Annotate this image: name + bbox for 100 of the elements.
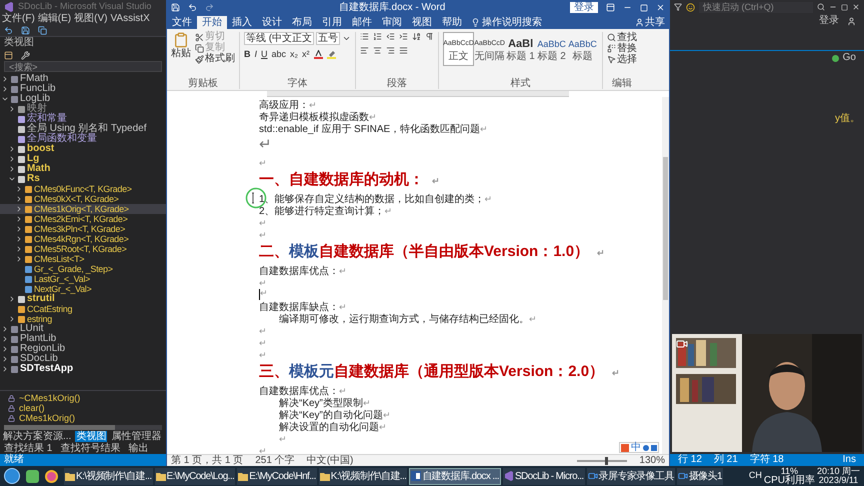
format-painter-button[interactable]: 格式刷 <box>195 54 235 64</box>
dropdown-icon[interactable] <box>342 34 352 43</box>
tree-item[interactable]: CMes3kPln<T, KGrade> <box>0 224 166 234</box>
panel-tab[interactable]: 类视图 <box>75 430 108 442</box>
editing-button[interactable]: 替换 <box>607 43 638 54</box>
member-item[interactable]: clear() <box>19 403 45 413</box>
zoom-thumb[interactable] <box>604 456 608 464</box>
taskbar-button[interactable]: E:\MyCode\Hnf... <box>237 468 317 484</box>
paste-label[interactable]: 粘贴 <box>171 48 191 59</box>
filter-icon[interactable] <box>674 3 682 11</box>
format-button[interactable]: B <box>244 49 250 59</box>
tree-item[interactable]: CMes2kEmi<T, KGrade> <box>0 214 166 224</box>
scrollbar[interactable] <box>4 425 162 430</box>
tree-item[interactable]: 全局函数和变量 <box>0 134 166 144</box>
ribbon-tab[interactable]: 邮件 <box>347 16 377 29</box>
tree-item[interactable]: Gr_<_Grade, _Step> <box>0 264 166 274</box>
tree-item[interactable]: FMath <box>0 74 166 84</box>
taskbar-button[interactable]: 自建数据库.docx ... <box>409 468 501 484</box>
feedback-icon[interactable] <box>686 2 695 12</box>
app-icon[interactable] <box>45 470 58 482</box>
output-tab[interactable]: 查找符号结果 <box>60 442 120 454</box>
tree-item[interactable]: CMes1kOrig<T, KGrade> <box>0 204 166 214</box>
numbering-icon[interactable] <box>373 32 382 41</box>
taskbar-button[interactable]: SDocLib - Micro... <box>502 468 585 484</box>
tree-item[interactable]: CMes4kRgn<T, KGrade> <box>0 234 166 244</box>
tree-item[interactable]: LUnit <box>0 324 166 334</box>
clock-time[interactable]: 20:10 周一 <box>816 467 860 476</box>
tree-item[interactable]: CMes5Root<T, KGrade> <box>0 244 166 254</box>
tree-item[interactable]: LastGr_<_Val> <box>0 274 166 284</box>
tree-item[interactable]: SDTestApp <box>0 364 166 374</box>
increase-indent-icon[interactable] <box>399 32 408 41</box>
align-right-icon[interactable] <box>386 46 396 55</box>
panel-tab[interactable]: 属性管理器 <box>110 430 162 442</box>
tree-item[interactable]: CCatEstring <box>0 304 166 314</box>
tree-item[interactable]: 全局 Using 别名和 Typedef <box>0 124 166 134</box>
style-tile[interactable]: AaBl 标题 1 <box>505 32 536 66</box>
login-link[interactable]: 登录 <box>819 15 839 27</box>
ribbon-tab[interactable]: 设计 <box>257 16 287 29</box>
menu-item[interactable]: VAssistX <box>110 13 150 25</box>
go-button[interactable]: Go <box>842 52 856 64</box>
taskbar-button[interactable]: K:\视频制作\自建... <box>64 468 153 484</box>
share-button[interactable]: 共享 <box>635 16 665 29</box>
tree-item[interactable]: RegionLib <box>0 344 166 354</box>
tree-item[interactable]: CMesList<T> <box>0 254 166 264</box>
ribbon-tab[interactable]: 视图 <box>407 16 437 29</box>
search-field[interactable]: <搜索> <box>4 61 162 72</box>
tree-item[interactable]: boost <box>0 144 166 154</box>
ribbon-tab[interactable]: 开始 <box>197 16 227 29</box>
scrollbar[interactable] <box>662 97 669 454</box>
tree-item[interactable]: NextGr_<_Val> <box>0 284 166 294</box>
tree-item[interactable]: estring <box>0 314 166 324</box>
clock-date[interactable]: 2023/9/11 <box>818 476 858 485</box>
restore-icon[interactable] <box>841 4 848 10</box>
font-name-field[interactable]: 等线 (中文正文 <box>244 32 314 45</box>
tree-item[interactable]: CMes0kX<T, KGrade> <box>0 194 166 204</box>
close-icon[interactable] <box>852 3 860 11</box>
align-center-icon[interactable] <box>373 46 382 55</box>
member-item[interactable]: ~CMes1kOrig() <box>19 393 80 403</box>
start-button[interactable] <box>4 468 20 484</box>
zoom-level[interactable]: 130% <box>639 455 665 466</box>
style-tile[interactable]: AaBbC 标题 2 <box>536 32 568 66</box>
tree-item[interactable]: LogLib <box>0 94 166 104</box>
align-left-icon[interactable] <box>360 46 370 55</box>
tree-item[interactable]: 宏和常量 <box>0 114 166 124</box>
account-icon[interactable] <box>847 16 856 26</box>
settings-icon[interactable] <box>21 50 30 60</box>
tree-item[interactable]: Rs <box>0 174 166 184</box>
format-button[interactable]: x₂ <box>290 49 298 59</box>
quick-launch-field[interactable]: 快速启动 (Ctrl+Q) <box>699 2 813 12</box>
back-icon[interactable] <box>4 26 13 35</box>
taskbar-button[interactable]: E:\MyCode\Log... <box>154 468 236 484</box>
taskbar-button[interactable]: 录屏专家录像工具 <box>586 468 675 484</box>
pilcrow-icon[interactable] <box>425 32 434 41</box>
tree-item[interactable]: Lg <box>0 154 166 164</box>
tree-item[interactable]: CMes0kFunc<T, KGrade> <box>0 184 166 194</box>
format-button[interactable]: x² <box>302 49 310 59</box>
font-color-icon[interactable] <box>314 50 323 58</box>
sort-icon[interactable] <box>412 32 422 41</box>
highlight-icon[interactable] <box>326 50 336 58</box>
style-tile[interactable]: AaBbC 标题 <box>567 32 598 66</box>
undo-icon[interactable] <box>188 3 197 12</box>
tree-item[interactable]: Math <box>0 164 166 174</box>
login-button[interactable]: 登录 <box>570 2 598 13</box>
menu-item[interactable]: 视图(V) <box>74 13 108 25</box>
app-icon[interactable] <box>26 470 39 482</box>
maximize-icon[interactable] <box>640 4 648 12</box>
format-button[interactable]: U <box>261 49 268 59</box>
member-item[interactable]: CMes1kOrig() <box>19 413 76 423</box>
language-indicator[interactable]: CH <box>748 469 762 483</box>
ribbon-options-icon[interactable] <box>606 3 615 12</box>
save-icon[interactable] <box>21 26 30 35</box>
ribbon-tab[interactable]: 插入 <box>227 16 257 29</box>
panel-tab[interactable]: 解决方案资源... <box>2 430 72 442</box>
taskbar-button[interactable]: K:\视频制作\自建... <box>318 468 408 484</box>
ribbon-tab[interactable]: 审阅 <box>377 16 407 29</box>
justify-icon[interactable] <box>399 46 408 55</box>
editing-button[interactable]: 查找 <box>607 32 638 43</box>
format-button[interactable]: I <box>254 49 258 59</box>
editing-button[interactable]: 选择 <box>607 54 638 65</box>
ime-toolbar[interactable]: 中 <box>619 442 659 453</box>
